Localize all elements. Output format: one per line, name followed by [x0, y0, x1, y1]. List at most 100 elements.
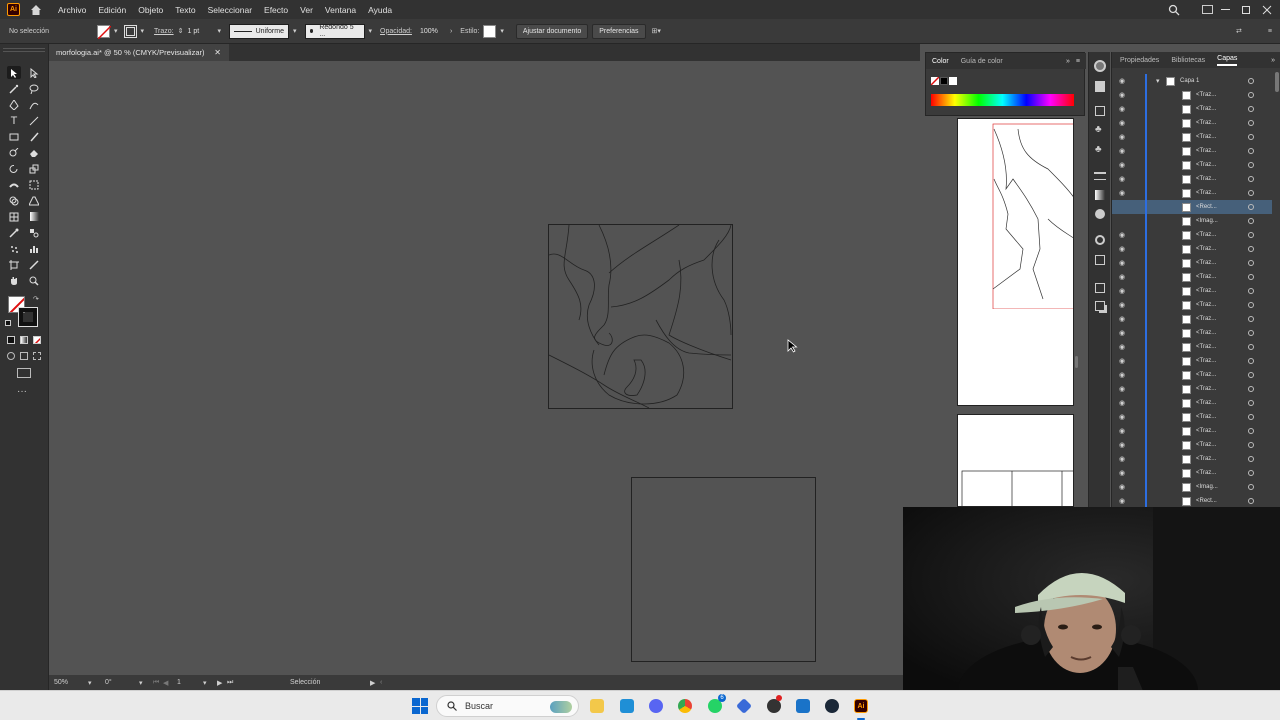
width-tool[interactable]: [7, 178, 21, 191]
paintbrush-tool[interactable]: [27, 130, 41, 143]
target-circle-icon[interactable]: [1248, 246, 1254, 252]
target-circle-icon[interactable]: [1248, 190, 1254, 196]
target-circle-icon[interactable]: [1248, 302, 1254, 308]
target-circle-icon[interactable]: [1248, 386, 1254, 392]
rotation-dropdown-icon[interactable]: ▾: [139, 679, 153, 687]
color-mode-icon[interactable]: [7, 336, 15, 344]
target-circle-icon[interactable]: [1248, 484, 1254, 490]
export-icon[interactable]: [1095, 283, 1105, 293]
layer-item[interactable]: ◉ <Traz...: [1112, 312, 1272, 326]
scale-tool[interactable]: [27, 162, 41, 175]
blend-tool[interactable]: [27, 226, 41, 239]
layer-item[interactable]: ◉ <Traz...: [1112, 228, 1272, 242]
layer-item[interactable]: ◉ <Traz...: [1112, 242, 1272, 256]
target-circle-icon[interactable]: [1248, 414, 1254, 420]
layer-item[interactable]: ◉ <Traz...: [1112, 256, 1272, 270]
target-circle-icon[interactable]: [1248, 232, 1254, 238]
arrange-icon[interactable]: ⊞▾: [652, 27, 661, 35]
target-circle-icon[interactable]: [1248, 498, 1254, 504]
target-circle-icon[interactable]: [1248, 456, 1254, 462]
none-swatch[interactable]: [931, 77, 939, 85]
layer-item[interactable]: ◉ <Traz...: [1112, 88, 1272, 102]
visibility-eye-icon[interactable]: ◉: [1119, 413, 1125, 421]
color-spectrum[interactable]: [931, 94, 1074, 106]
curvature-tool[interactable]: [27, 98, 41, 111]
menu-edicion[interactable]: Edición: [98, 5, 126, 15]
visibility-eye-icon[interactable]: ◉: [1119, 385, 1125, 393]
rectangle-tool[interactable]: [7, 130, 21, 143]
style-dropdown-icon[interactable]: ▾: [500, 27, 504, 35]
visibility-eye-icon[interactable]: ◉: [1119, 315, 1125, 323]
target-circle-icon[interactable]: [1248, 372, 1254, 378]
brush-select[interactable]: Redondo 5 ...: [304, 23, 365, 39]
eraser-tool[interactable]: [27, 146, 41, 159]
menu-efecto[interactable]: Efecto: [264, 5, 288, 15]
screen-mode-icon[interactable]: [17, 368, 31, 378]
visibility-eye-icon[interactable]: ◉: [1119, 301, 1125, 309]
layer-item[interactable]: ◉ <Traz...: [1112, 284, 1272, 298]
document-tab[interactable]: morfologia.ai* @ 50 % (CMYK/Previsualiza…: [49, 44, 229, 61]
file-explorer-icon[interactable]: [590, 699, 604, 713]
pathfinder-icon[interactable]: [1095, 301, 1105, 311]
color-panel-menu-icon[interactable]: ≡: [1076, 58, 1080, 65]
brush-dropdown-icon[interactable]: ▾: [369, 27, 373, 35]
artboard-number[interactable]: 1: [177, 679, 203, 686]
preview-page-2[interactable]: [957, 414, 1074, 507]
artboard-2[interactable]: [631, 477, 816, 662]
layer-item[interactable]: ◉ <Traz...: [1112, 438, 1272, 452]
fill-swatch[interactable]: [97, 24, 111, 39]
share-icon[interactable]: ⇄: [1236, 27, 1242, 35]
swap-colors-icon[interactable]: ↷: [33, 295, 39, 303]
vpn-app-icon[interactable]: [736, 698, 752, 714]
layers-collapse-icon[interactable]: »: [1271, 57, 1275, 64]
target-circle-icon[interactable]: [1248, 428, 1254, 434]
visibility-eye-icon[interactable]: ◉: [1119, 77, 1125, 85]
layer-item[interactable]: ◉ <Traz...: [1112, 270, 1272, 284]
expand-chevron-icon[interactable]: ▾: [1156, 77, 1160, 85]
first-artboard-icon[interactable]: ⏮: [153, 679, 163, 687]
draw-inside-icon[interactable]: [33, 352, 41, 360]
workspace-icon[interactable]: [1202, 5, 1213, 14]
steam-icon[interactable]: [825, 699, 839, 713]
github-desktop-icon[interactable]: [767, 699, 781, 713]
layer-row-capa-1[interactable]: ◉ ▾ Capa 1: [1112, 74, 1272, 88]
direct-selection-tool[interactable]: [27, 66, 41, 79]
prev-artboard-icon[interactable]: ◀: [163, 679, 177, 687]
none-mode-icon[interactable]: [33, 336, 41, 344]
rotate-tool[interactable]: [7, 162, 21, 175]
layer-item[interactable]: ◉ <Rect...: [1112, 494, 1272, 508]
visibility-eye-icon[interactable]: ◉: [1119, 497, 1125, 505]
target-circle-icon[interactable]: [1248, 148, 1254, 154]
layers-panel-icon[interactable]: [1095, 255, 1105, 265]
visibility-eye-icon[interactable]: ◉: [1119, 133, 1125, 141]
zoom-dropdown-icon[interactable]: ▾: [88, 679, 102, 687]
layer-item[interactable]: ◉ <Traz...: [1112, 158, 1272, 172]
visibility-eye-icon[interactable]: ◉: [1119, 175, 1125, 183]
layer-item[interactable]: ◉ <Traz...: [1112, 452, 1272, 466]
layer-item[interactable]: ◉ <Traz...: [1112, 424, 1272, 438]
layer-item[interactable]: ◉ <Traz...: [1112, 116, 1272, 130]
layer-item[interactable]: ◉ <Traz...: [1112, 102, 1272, 116]
menu-seleccionar[interactable]: Seleccionar: [208, 5, 252, 15]
visibility-eye-icon[interactable]: ◉: [1119, 273, 1125, 281]
stroke-weight-dropdown-icon[interactable]: ▾: [217, 27, 221, 35]
layer-item[interactable]: ◉ <Traz...: [1112, 340, 1272, 354]
visibility-eye-icon[interactable]: ◉: [1119, 161, 1125, 169]
target-circle-icon[interactable]: [1248, 204, 1254, 210]
brushes-icon[interactable]: ♣: [1095, 124, 1105, 136]
visibility-eye-icon[interactable]: ◉: [1119, 469, 1125, 477]
document-info-icon[interactable]: [1095, 81, 1105, 92]
illustrator-taskbar-icon[interactable]: Ai: [854, 699, 868, 713]
opacity-field[interactable]: 100%: [416, 24, 446, 39]
artboard-1[interactable]: [548, 224, 733, 409]
calendar-app-icon[interactable]: [620, 699, 634, 713]
stroke-color-box[interactable]: [18, 307, 38, 327]
target-circle-icon[interactable]: [1248, 260, 1254, 266]
gradient-panel-icon[interactable]: [1095, 190, 1105, 200]
visibility-eye-icon[interactable]: ◉: [1119, 371, 1125, 379]
stroke-weight-field[interactable]: 1 pt: [183, 24, 213, 39]
target-circle-icon[interactable]: [1248, 344, 1254, 350]
last-artboard-icon[interactable]: ⏭: [227, 679, 257, 687]
column-graph-tool[interactable]: [27, 242, 41, 255]
transparency-icon[interactable]: [1095, 209, 1105, 219]
